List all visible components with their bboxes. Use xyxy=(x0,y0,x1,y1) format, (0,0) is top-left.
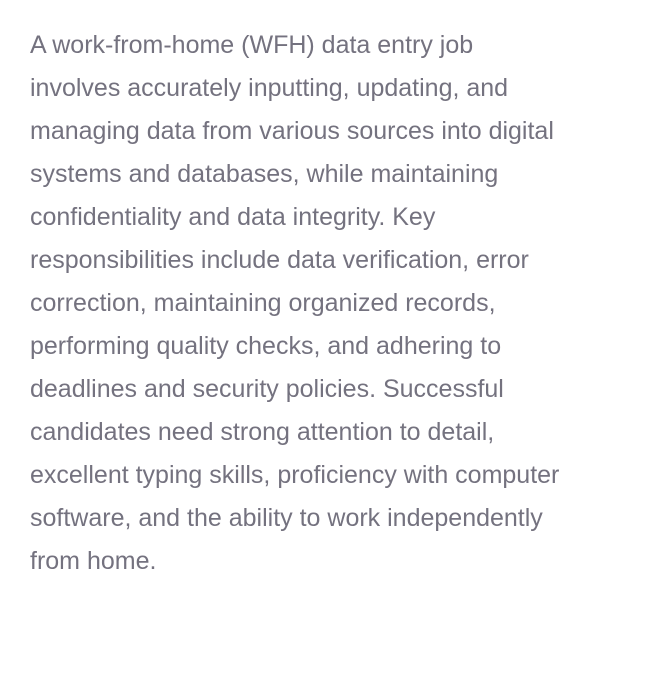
paragraph-line: managing data from various sources into … xyxy=(30,117,554,145)
paragraph-line: correction, maintaining organized record… xyxy=(30,289,496,317)
paragraph-line: from home. xyxy=(30,547,157,575)
paragraph-line: software, and the ability to work indepe… xyxy=(30,504,543,532)
paragraph-line: confidentiality and data integrity. Key xyxy=(30,203,436,231)
paragraph-line: performing quality checks, and adhering … xyxy=(30,332,502,360)
paragraph-line: responsibilities include data verificati… xyxy=(30,246,529,274)
paragraph-line: deadlines and security policies. Success… xyxy=(30,375,504,403)
paragraph-line: systems and databases, while maintaining xyxy=(30,160,499,188)
paragraph-line: excellent typing skills, proficiency wit… xyxy=(30,461,560,489)
paragraph-line: A work-from-home (WFH) data entry job xyxy=(30,31,474,59)
job-description-paragraph: A work-from-home (WFH) data entry job in… xyxy=(30,24,652,583)
paragraph-line: involves accurately inputting, updating,… xyxy=(30,74,509,102)
paragraph-line: candidates need strong attention to deta… xyxy=(30,418,495,446)
